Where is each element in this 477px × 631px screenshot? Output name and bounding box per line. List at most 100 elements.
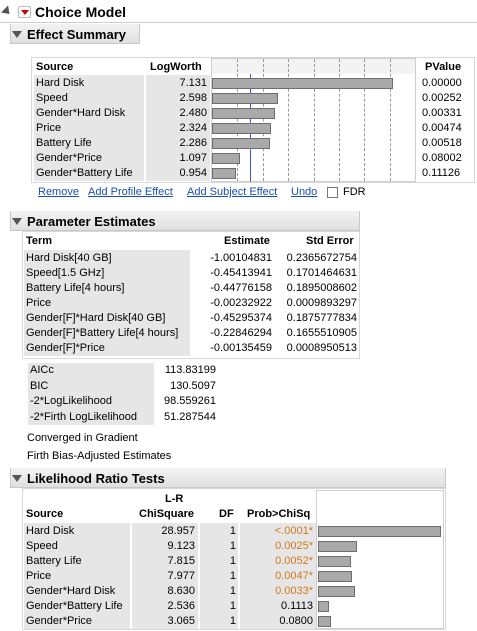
logworth-bar (212, 153, 240, 164)
pe-std-error-cell: 0.1655510905 (286, 327, 357, 339)
es-header-pvalue: PValue (425, 61, 462, 73)
fdr-checkbox[interactable] (327, 187, 338, 198)
pe-estimate-cell: -0.00232922 (210, 297, 272, 309)
lr-df-cell: 1 (229, 570, 236, 582)
es-header-source: Source (36, 61, 74, 73)
lr-prob-cell: <.0001* (274, 525, 313, 537)
lr-df-cell: 1 (229, 600, 236, 612)
pe-term-cell: Hard Disk[40 GB] (26, 252, 112, 264)
es-logworth-cell: 1.097 (179, 152, 207, 164)
lr-header-chisq-top: L-R (165, 493, 184, 505)
lr-df-cell: 1 (229, 585, 236, 597)
chisq-bar (318, 571, 352, 582)
es-source-cell: Speed (36, 92, 68, 104)
lr-df-cell: 1 (229, 615, 236, 627)
likelihood-ratio-header[interactable]: Likelihood Ratio Tests (12, 468, 165, 488)
es-logworth-cell: 2.480 (179, 107, 207, 119)
lr-header-prob: Prob>ChiSq (247, 508, 311, 520)
red-triangle-menu-icon[interactable] (18, 6, 31, 18)
chisq-bar (318, 616, 331, 627)
lr-prob-cell: 0.0800 (279, 615, 313, 627)
collapse-triangle-icon[interactable] (0, 5, 14, 18)
lr-source-cell: Price (26, 570, 52, 582)
fdr-label: FDR (343, 186, 366, 198)
lr-prob-cell: 0.0052* (275, 555, 313, 567)
parameter-estimates-title: Parameter Estimates (27, 213, 156, 229)
es-pvalue-cell: 0.08002 (422, 152, 462, 164)
choice-model-header: Choice Model (0, 2, 475, 22)
logworth-bar (212, 78, 393, 89)
es-logworth-cell: 2.286 (179, 137, 207, 149)
lr-header-chisq-bottom: ChiSquare (139, 508, 195, 520)
pe-std-error-cell: 0.1895008602 (286, 282, 357, 294)
pe-header-term: Term (26, 235, 53, 247)
logworth-bar (212, 93, 278, 104)
chisq-bar (318, 586, 355, 597)
lr-prob-cell: 0.1113 (280, 600, 313, 612)
logworth-bar (212, 123, 271, 134)
lr-chisq-cell: 9.123 (167, 540, 195, 552)
pe-estimate-cell: -0.45413941 (210, 267, 272, 279)
converged-note: Converged in Gradient (27, 432, 138, 444)
lr-chisq-cell: 8.630 (167, 585, 195, 597)
undo-button[interactable]: Undo (291, 186, 317, 198)
es-pvalue-cell: 0.00518 (422, 137, 462, 149)
pe-term-cell: Price (26, 297, 52, 309)
pe-estimate-cell: -1.00104831 (210, 252, 272, 264)
page-title: Choice Model (35, 4, 127, 20)
stat-label: -2*Firth LogLikelihood (30, 411, 138, 423)
chisq-bar (318, 601, 329, 612)
lr-source-cell: Speed (26, 540, 58, 552)
disclosure-triangle-icon[interactable] (12, 475, 22, 482)
lr-df-cell: 1 (229, 555, 236, 567)
logworth-bar (212, 138, 270, 149)
pe-estimate-cell: -0.22846294 (210, 327, 272, 339)
es-pvalue-cell: 0.11126 (422, 167, 461, 179)
title-underline (0, 22, 477, 23)
lr-prob-cell: 0.0047* (275, 570, 313, 582)
pe-estimate-cell: -0.44776158 (210, 282, 272, 294)
lr-df-cell: 1 (229, 540, 236, 552)
parameter-estimates-header[interactable]: Parameter Estimates (12, 211, 156, 231)
effect-summary-title: Effect Summary (27, 26, 126, 42)
lr-header-source: Source (26, 508, 64, 520)
es-logworth-cell: 0.954 (179, 167, 207, 179)
es-pvalue-cell: 0.00474 (422, 122, 462, 134)
pe-std-error-cell: 0.0009893297 (286, 297, 357, 309)
lr-source-cell: Hard Disk (26, 525, 75, 537)
es-header-logworth: LogWorth (150, 61, 202, 73)
add-profile-effect-button[interactable]: Add Profile Effect (88, 186, 173, 198)
lr-source-cell: Battery Life (26, 555, 82, 567)
es-pvalue-cell: 0.00252 (422, 92, 462, 104)
es-pvalue-cell: 0.00000 (422, 77, 462, 89)
lr-source-cell: Gender*Battery Life (26, 600, 123, 612)
pe-term-cell: Gender[F]*Hard Disk[40 GB] (26, 312, 166, 324)
pe-header-std-error: Std Error (306, 235, 354, 247)
stat-label: AICc (30, 364, 54, 376)
logworth-bar (212, 168, 236, 179)
stat-value: 51.287544 (164, 411, 216, 423)
lr-chisq-cell: 7.815 (167, 555, 195, 567)
pe-std-error-cell: 0.0008950513 (286, 342, 357, 354)
chisq-bar (318, 556, 351, 567)
chisq-bar (318, 541, 357, 552)
es-logworth-cell: 2.324 (179, 122, 207, 134)
effect-summary-header[interactable]: Effect Summary (12, 24, 126, 44)
es-pvalue-cell: 0.00331 (422, 107, 462, 119)
es-source-cell: Gender*Price (36, 152, 103, 164)
pe-term-cell: Battery Life[4 hours] (26, 282, 125, 294)
pe-term-cell: Speed[1.5 GHz] (26, 267, 105, 279)
firth-note: Firth Bias-Adjusted Estimates (27, 450, 172, 462)
es-source-cell: Price (36, 122, 62, 134)
es-source-cell: Gender*Hard Disk (36, 107, 126, 119)
remove-button[interactable]: Remove (38, 186, 79, 198)
lr-chisq-cell: 2.536 (167, 600, 195, 612)
add-subject-effect-button[interactable]: Add Subject Effect (187, 186, 277, 198)
disclosure-triangle-icon[interactable] (12, 218, 22, 225)
pe-std-error-cell: 0.2365672754 (286, 252, 357, 264)
es-source-cell: Hard Disk (36, 77, 85, 89)
pe-std-error-cell: 0.1701464631 (286, 267, 357, 279)
es-logworth-cell: 2.598 (179, 92, 207, 104)
disclosure-triangle-icon[interactable] (12, 31, 22, 38)
es-source-cell: Gender*Battery Life (36, 167, 133, 179)
